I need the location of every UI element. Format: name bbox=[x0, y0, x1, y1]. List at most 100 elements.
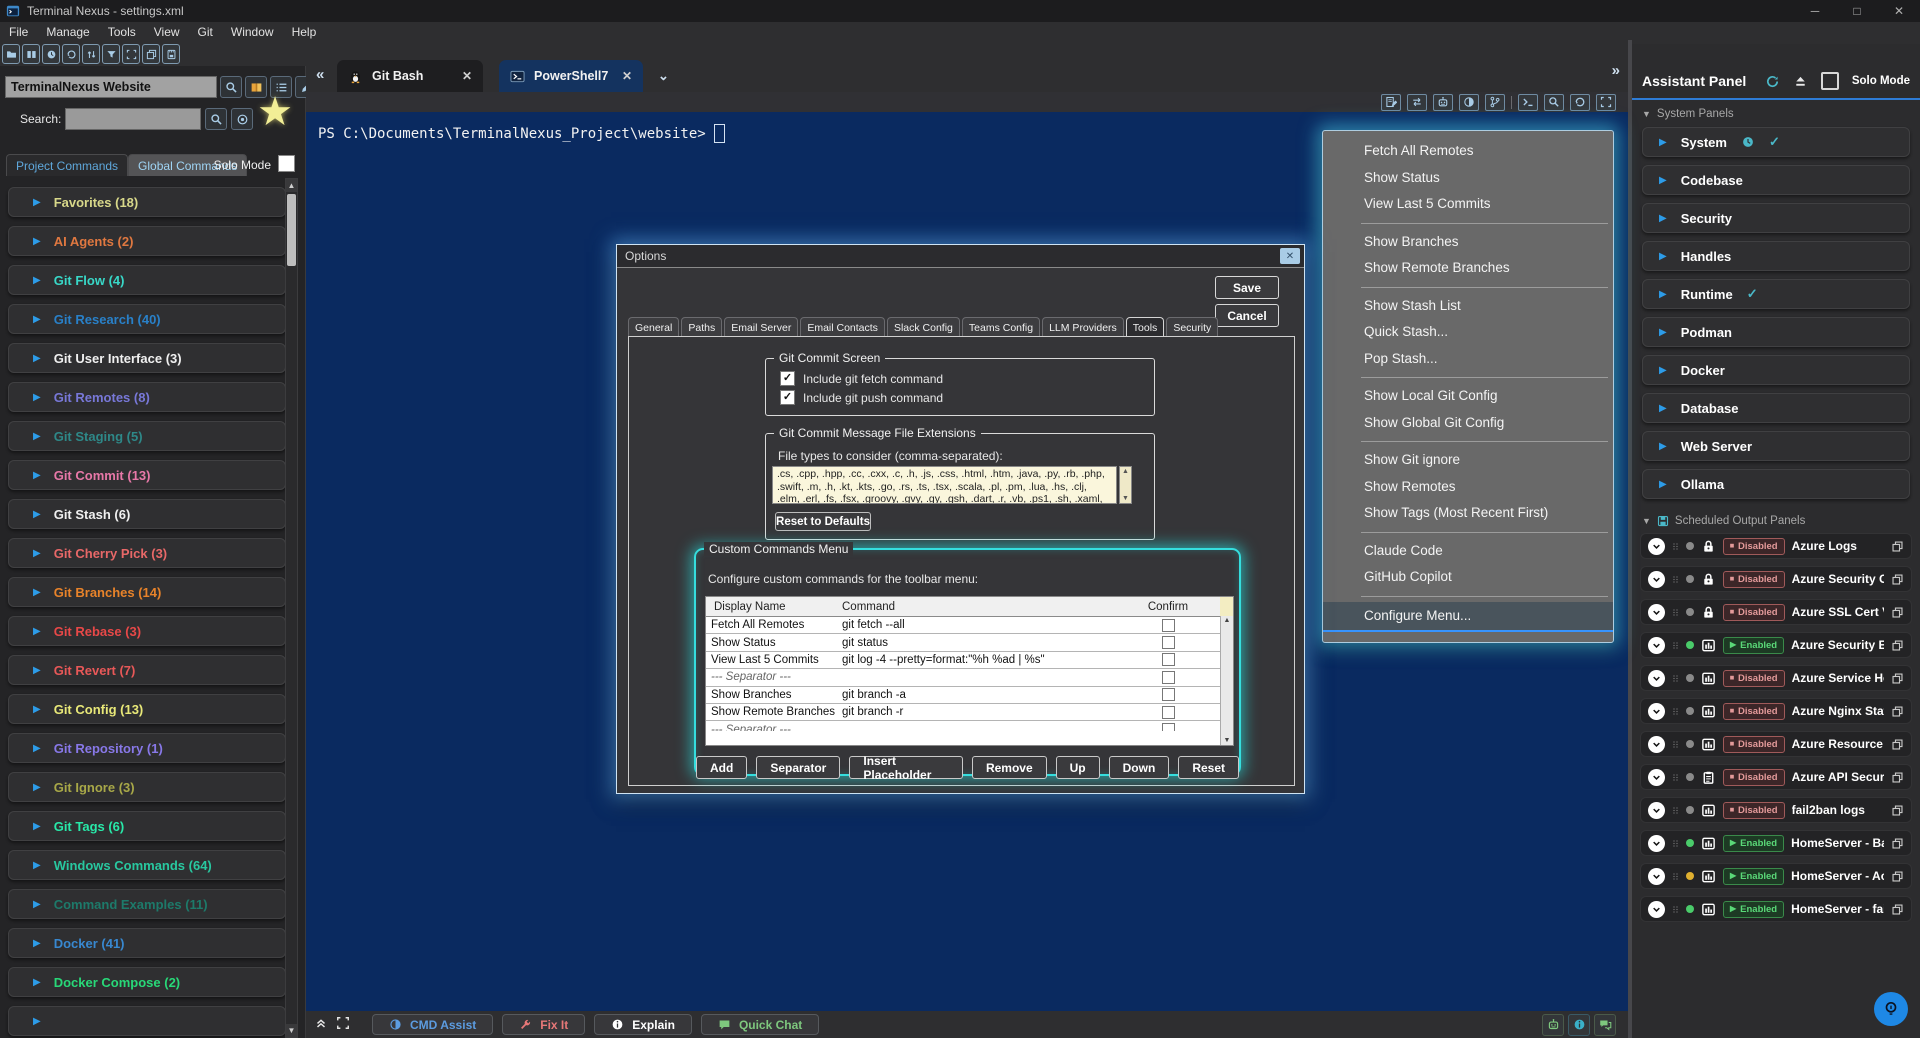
scroll-down-icon[interactable]: ▼ bbox=[286, 1024, 297, 1037]
table-row[interactable]: --- Separator --- bbox=[706, 669, 1233, 686]
confirm-checkbox[interactable] bbox=[1162, 688, 1175, 701]
copy-icon[interactable] bbox=[1891, 771, 1904, 784]
checkbox[interactable]: ✓ bbox=[780, 390, 795, 405]
save-button[interactable]: Save bbox=[1215, 276, 1279, 299]
scheduled-panel-row[interactable]: ▶EnabledHomeServer - fail2ban logs bbox=[1640, 896, 1912, 922]
drag-handle-icon[interactable] bbox=[1672, 738, 1679, 751]
menu-item-configure-menu[interactable]: Configure Menu... bbox=[1323, 602, 1613, 632]
menu-file[interactable]: File bbox=[0, 22, 37, 42]
scheduled-panel-row[interactable]: ▶EnabledHomeServer - BackInTime bbox=[1640, 830, 1912, 856]
solo-mode-checkbox[interactable] bbox=[278, 155, 295, 172]
copy-icon[interactable] bbox=[1891, 606, 1904, 619]
expand-triangle-icon[interactable]: ▶ bbox=[33, 197, 41, 208]
drag-handle-icon[interactable] bbox=[1672, 540, 1679, 553]
scroll-up-icon[interactable]: ▲ bbox=[286, 179, 297, 192]
menu-item[interactable]: Claude Code bbox=[1323, 538, 1613, 565]
menu-manage[interactable]: Manage bbox=[37, 22, 98, 42]
tab-dropdown-icon[interactable]: ⌄ bbox=[658, 68, 669, 84]
dialog-tab-slack-config[interactable]: Slack Config bbox=[887, 317, 960, 337]
expand-triangle-icon[interactable]: ▶ bbox=[1659, 137, 1667, 148]
confirm-checkbox[interactable] bbox=[1162, 723, 1175, 731]
system-panel-codebase[interactable]: ▶Codebase bbox=[1642, 165, 1910, 195]
quick-chat-button[interactable]: Quick Chat bbox=[701, 1014, 819, 1035]
expand-triangle-icon[interactable]: ▶ bbox=[33, 665, 41, 676]
favorites-star-icon[interactable]: ★ bbox=[257, 92, 293, 132]
sidebar-category[interactable]: ▶Git Rebase (3) bbox=[8, 616, 286, 646]
git-branch-icon[interactable] bbox=[1485, 94, 1505, 111]
sidebar-category[interactable]: ▶Git Ignore (3) bbox=[8, 772, 286, 802]
tab-project-commands[interactable]: Project Commands bbox=[6, 154, 128, 176]
expand-triangle-icon[interactable]: ▶ bbox=[33, 860, 41, 871]
remove-button[interactable]: Remove bbox=[972, 756, 1047, 779]
expand-icon[interactable] bbox=[1596, 94, 1616, 111]
scheduled-panel-row[interactable]: ⏹DisabledAzure Service Health Check bbox=[1640, 665, 1912, 691]
reset-to-defaults-button[interactable]: Reset to Defaults bbox=[775, 512, 871, 531]
table-row[interactable]: View Last 5 Commitsgit log -4 --pretty=f… bbox=[706, 652, 1233, 669]
confirm-checkbox[interactable] bbox=[1162, 706, 1175, 719]
expand-triangle-icon[interactable]: ▶ bbox=[33, 548, 41, 559]
expand-triangle-icon[interactable]: ▶ bbox=[33, 626, 41, 637]
expand-triangle-icon[interactable]: ▶ bbox=[33, 782, 41, 793]
scheduled-panel-row[interactable]: ⏹Disabledfail2ban logs bbox=[1640, 797, 1912, 823]
chat-bubbles-icon[interactable] bbox=[1594, 1014, 1616, 1036]
sidebar-category[interactable]: ▶Favorites (18) bbox=[8, 187, 286, 217]
sidebar-category[interactable]: ▶Git Staging (5) bbox=[8, 421, 286, 451]
scroll-thumb[interactable] bbox=[287, 194, 296, 266]
menu-item[interactable]: Show Stash List bbox=[1323, 293, 1613, 320]
menu-item[interactable]: Quick Stash... bbox=[1323, 319, 1613, 346]
search-icon[interactable] bbox=[205, 108, 227, 130]
chevron-down-icon[interactable] bbox=[1648, 835, 1665, 852]
collapse-up-icon[interactable] bbox=[314, 1016, 328, 1033]
sort-icon[interactable] bbox=[82, 44, 100, 64]
system-panels-section[interactable]: ▼ System Panels bbox=[1632, 100, 1920, 120]
system-panel-system[interactable]: ▶System✓ bbox=[1642, 127, 1910, 157]
sidebar-category[interactable]: ▶AI Agents (2) bbox=[8, 226, 286, 256]
confirm-checkbox[interactable] bbox=[1162, 671, 1175, 684]
tab-git-bash[interactable]: Git Bash ✕ bbox=[337, 60, 483, 92]
clock-icon[interactable] bbox=[42, 44, 60, 64]
expand-triangle-icon[interactable]: ▶ bbox=[33, 938, 41, 949]
table-row[interactable]: Show Branchesgit branch -a bbox=[706, 687, 1233, 704]
expand-icon[interactable] bbox=[336, 1016, 350, 1033]
separator-button[interactable]: Separator bbox=[756, 756, 840, 779]
expand-triangle-icon[interactable]: ▶ bbox=[33, 509, 41, 520]
sidebar-scrollbar[interactable]: ▲ ▼ bbox=[285, 178, 298, 1038]
scheduled-panel-row[interactable]: ▶EnabledAzure Security Events bbox=[1640, 632, 1912, 658]
history-icon[interactable] bbox=[1570, 94, 1590, 111]
scheduled-panel-row[interactable]: ⏹DisabledAzure Security Check bbox=[1640, 566, 1912, 592]
sidebar-category[interactable]: ▶ bbox=[8, 1006, 286, 1036]
history-icon[interactable] bbox=[62, 44, 80, 64]
insert-placeholder-button[interactable]: Insert Placeholder bbox=[849, 756, 963, 779]
drag-handle-icon[interactable] bbox=[1672, 903, 1679, 916]
close-tab-icon[interactable]: ✕ bbox=[622, 69, 632, 83]
expand-triangle-icon[interactable]: ▶ bbox=[33, 587, 41, 598]
close-icon[interactable]: ✕ bbox=[1878, 0, 1920, 22]
tab-powershell7[interactable]: PowerShell7 ✕ bbox=[499, 60, 643, 92]
menu-item[interactable]: View Last 5 Commits bbox=[1323, 191, 1613, 218]
menu-item[interactable]: Show Global Git Config bbox=[1323, 410, 1613, 437]
expand-triangle-icon[interactable]: ▶ bbox=[1659, 213, 1667, 224]
solo-mode-checkbox[interactable] bbox=[1821, 72, 1839, 90]
menu-view[interactable]: View bbox=[145, 22, 189, 42]
system-panel-podman[interactable]: ▶Podman bbox=[1642, 317, 1910, 347]
reset-button[interactable]: Reset bbox=[1178, 756, 1239, 779]
custom-commands-table[interactable]: Display Name Command Confirm Fetch All R… bbox=[705, 596, 1234, 746]
system-panel-runtime[interactable]: ▶Runtime✓ bbox=[1642, 279, 1910, 309]
sidebar-category[interactable]: ▶Command Examples (11) bbox=[8, 889, 286, 919]
chevron-down-icon[interactable] bbox=[1648, 637, 1665, 654]
expand-triangle-icon[interactable]: ▶ bbox=[33, 704, 41, 715]
sidebar-category[interactable]: ▶Git Research (40) bbox=[8, 304, 286, 334]
drag-handle-icon[interactable] bbox=[1672, 804, 1679, 817]
menu-tools[interactable]: Tools bbox=[99, 22, 145, 42]
system-panel-database[interactable]: ▶Database bbox=[1642, 393, 1910, 423]
window-controls[interactable]: ─ □ ✕ bbox=[1794, 0, 1920, 22]
expand-triangle-icon[interactable]: ▶ bbox=[1659, 327, 1667, 338]
cancel-button[interactable]: Cancel bbox=[1215, 304, 1279, 327]
expand-triangle-icon[interactable]: ▶ bbox=[1659, 479, 1667, 490]
tabs-scroll-left-icon[interactable]: « bbox=[316, 66, 324, 83]
script-edit-icon[interactable] bbox=[1381, 94, 1401, 111]
chevron-down-icon[interactable] bbox=[1648, 571, 1665, 588]
chevron-down-icon[interactable] bbox=[1648, 868, 1665, 885]
explain-button[interactable]: Explain bbox=[594, 1014, 692, 1035]
sidebar-category[interactable]: ▶Docker (41) bbox=[8, 928, 286, 958]
